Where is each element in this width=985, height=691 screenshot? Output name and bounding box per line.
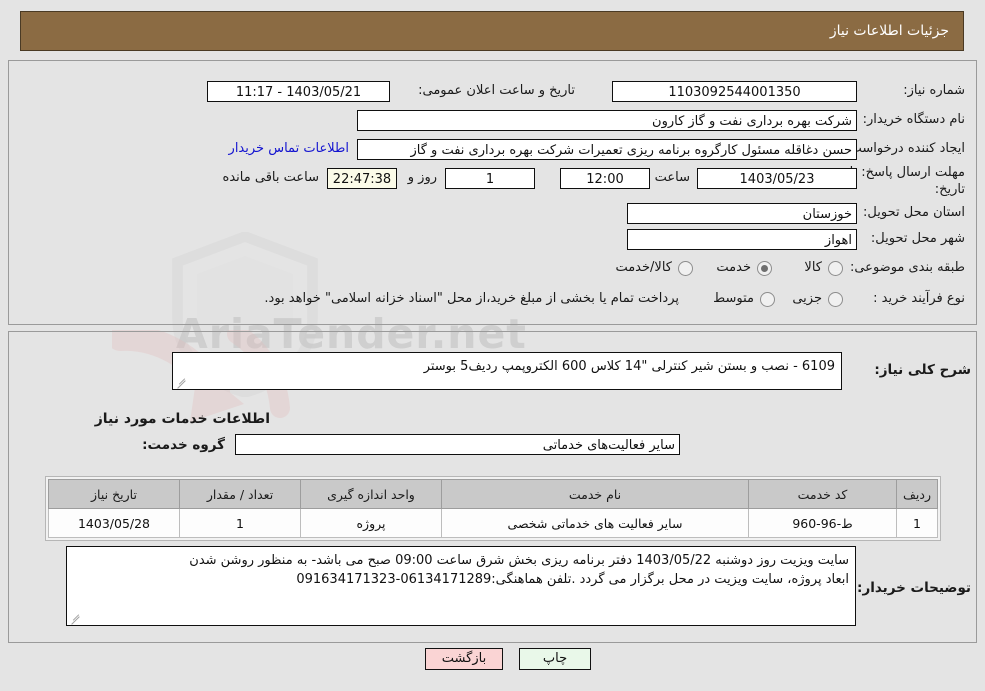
td-radif: 1	[896, 508, 938, 538]
radio-process-motavaset[interactable]	[760, 292, 775, 307]
row-category: طبقه بندی موضوعی: کالا خدمت کالا/خدمت	[20, 258, 965, 282]
services-heading: اطلاعات خدمات مورد نیاز	[94, 411, 270, 427]
radio-label-process-1: متوسط	[713, 291, 754, 306]
city-label: شهر محل تحویل:	[870, 231, 965, 246]
deadline-countdown-value: 22:47:38	[327, 168, 397, 189]
th-code: کد خدمت	[748, 479, 897, 509]
buyer-notes-line1: سایت ویزیت روز دوشنبه 1403/05/22 دفتر بر…	[189, 553, 849, 568]
th-name: نام خدمت	[441, 479, 749, 509]
deadline-label-line2: تاریخ:	[934, 182, 965, 197]
category-label: طبقه بندی موضوعی:	[849, 260, 965, 275]
need-number-value: 1103092544001350	[612, 81, 857, 102]
process-type-label: نوع فرآیند خرید :	[873, 291, 965, 306]
radio-category-kala[interactable]	[828, 261, 843, 276]
services-table-wrapper: ردیف کد خدمت نام خدمت واحد اندازه گیری ت…	[45, 476, 941, 541]
page-title: جزئیات اطلاعات نیاز	[829, 23, 949, 39]
buyer-notes-line2: ابعاد پروژه، سایت ویزیت در محل برگزار می…	[296, 572, 849, 587]
province-label: استان محل تحویل:	[863, 205, 965, 220]
need-summary-box: 6109 - نصب و بستن شیر کنترلی "14 کلاس 60…	[172, 352, 842, 390]
deadline-days-value: 1	[445, 168, 535, 189]
td-quantity: 1	[179, 508, 301, 538]
city-value: اهواز	[627, 229, 857, 250]
print-button[interactable]: چاپ	[519, 648, 591, 670]
row-deadline: مهلت ارسال پاسخ: تا تاریخ: 1403/05/23 سا…	[20, 165, 965, 208]
row-city: شهر محل تحویل: اهواز	[20, 229, 965, 253]
need-summary-value: 6109 - نصب و بستن شیر کنترلی "14 کلاس 60…	[423, 359, 835, 374]
row-buyer-org: نام دستگاه خریدار: شرکت بهره برداری نفت …	[20, 110, 965, 134]
need-number-label: شماره نیاز:	[903, 83, 965, 98]
deadline-time-value: 12:00	[560, 168, 650, 189]
back-button[interactable]: بازگشت	[425, 648, 503, 670]
radio-label-process-0: جزیی	[792, 291, 822, 306]
deadline-label-line1: مهلت ارسال پاسخ: تا	[849, 165, 965, 180]
th-unit: واحد اندازه گیری	[300, 479, 442, 509]
deadline-hour-label: ساعت	[654, 170, 690, 185]
th-radif: ردیف	[896, 479, 938, 509]
radio-category-kala-khedmat[interactable]	[678, 261, 693, 276]
page-header-bar: جزئیات اطلاعات نیاز	[20, 11, 964, 51]
deadline-date-value: 1403/05/23	[697, 168, 857, 189]
table-header-row: ردیف کد خدمت نام خدمت واحد اندازه گیری ت…	[48, 479, 938, 509]
buyer-org-value: شرکت بهره برداری نفت و گاز کارون	[357, 110, 857, 131]
td-code: ط-96-960	[748, 508, 897, 538]
services-table: ردیف کد خدمت نام خدمت واحد اندازه گیری ت…	[48, 479, 938, 538]
td-date: 1403/05/28	[48, 508, 180, 538]
buyer-notes-box: سایت ویزیت روز دوشنبه 1403/05/22 دفتر بر…	[66, 546, 856, 626]
requester-label: ایجاد کننده درخواست:	[845, 141, 965, 156]
radio-label-category-1: خدمت	[716, 260, 751, 275]
buyer-contact-link[interactable]: اطلاعات تماس خریدار	[229, 141, 349, 156]
radio-label-category-2: کالا/خدمت	[615, 260, 672, 275]
td-name: سایر فعالیت های خدماتی شخصی	[441, 508, 749, 538]
announce-date-label: تاریخ و ساعت اعلان عمومی:	[418, 83, 575, 98]
service-group-value: سایر فعالیت‌های خدماتی	[235, 434, 680, 455]
province-value: خوزستان	[627, 203, 857, 224]
radio-category-khedmat[interactable]	[757, 261, 772, 276]
row-need-number: شماره نیاز: 1103092544001350 تاریخ و ساع…	[20, 81, 965, 105]
table-row: 1 ط-96-960 سایر فعالیت های خدماتی شخصی پ…	[48, 508, 938, 538]
process-type-note: پرداخت تمام یا بخشی از مبلغ خرید،از محل …	[264, 291, 679, 306]
td-unit: پروژه	[300, 508, 442, 538]
radio-label-category-0: کالا	[804, 260, 822, 275]
deadline-countdown-label: ساعت باقی مانده	[222, 170, 319, 185]
th-quantity: تعداد / مقدار	[179, 479, 301, 509]
requester-value: حسن دغاقله مسئول کارگروه برنامه ریزی تعم…	[357, 139, 857, 160]
buyer-notes-label: توضیحات خریدار:	[857, 580, 971, 596]
announce-date-value: 1403/05/21 - 11:17	[207, 81, 390, 102]
radio-process-jozei[interactable]	[828, 292, 843, 307]
row-requester: ایجاد کننده درخواست: حسن دغاقله مسئول کا…	[20, 139, 965, 163]
service-group-label: گروه خدمت:	[142, 437, 225, 453]
row-province: استان محل تحویل: خوزستان	[20, 203, 965, 227]
resize-grip-icon[interactable]	[70, 613, 80, 623]
buyer-org-label: نام دستگاه خریدار:	[862, 112, 965, 127]
th-date: تاریخ نیاز	[48, 479, 180, 509]
row-process-type: نوع فرآیند خرید : جزیی متوسط پرداخت تمام…	[20, 289, 965, 313]
resize-grip-icon[interactable]	[176, 377, 186, 387]
deadline-days-label: روز و	[407, 170, 437, 185]
need-summary-label: شرح کلی نیاز:	[874, 362, 971, 378]
